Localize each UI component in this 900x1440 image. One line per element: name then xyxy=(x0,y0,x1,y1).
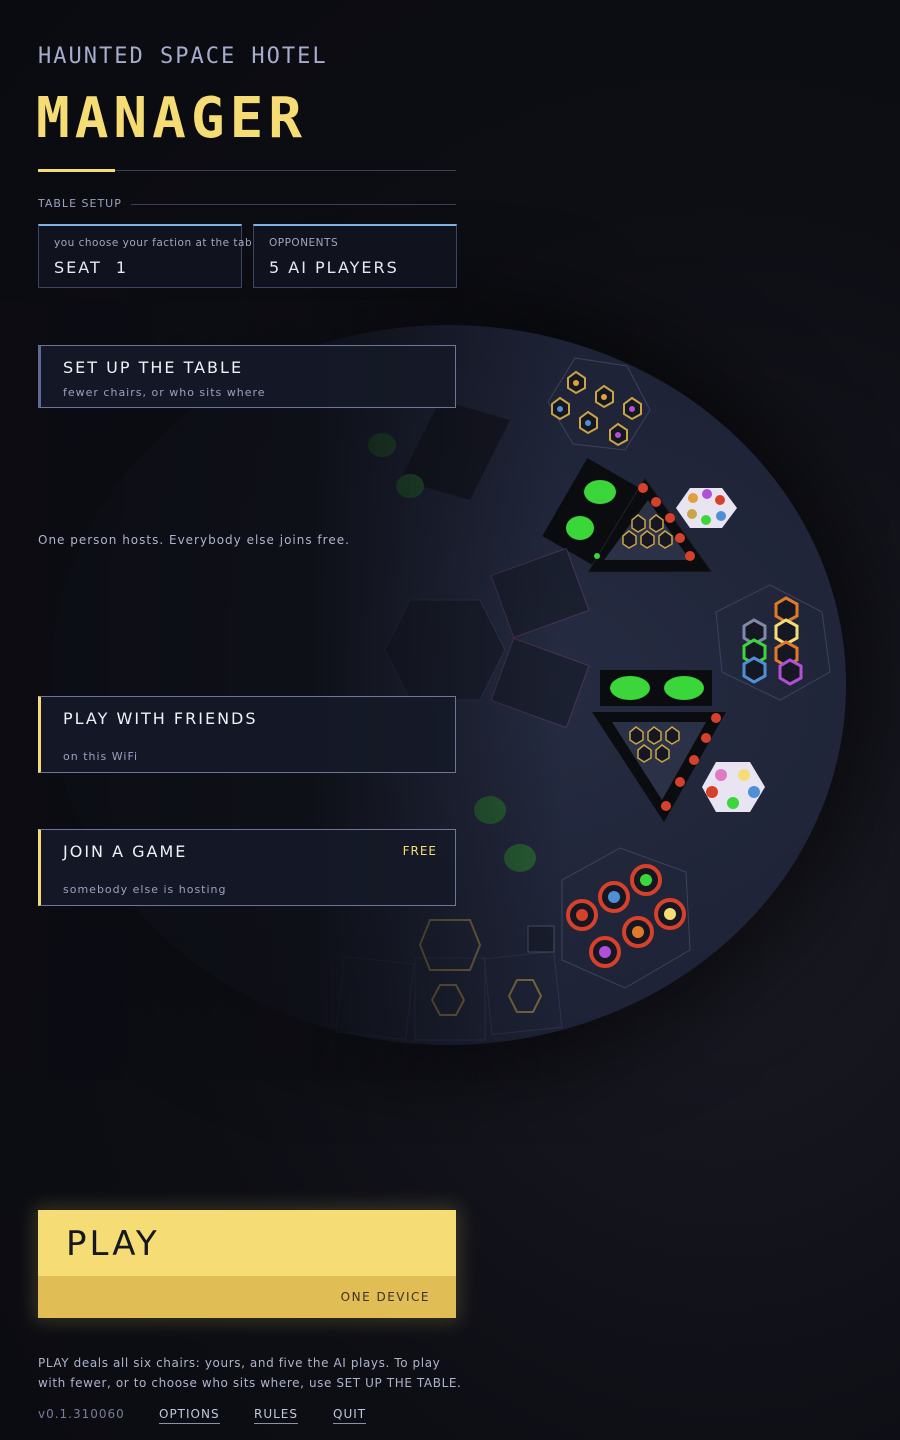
join-game-sub: somebody else is hosting xyxy=(63,883,227,896)
host-note: One person hosts. Everybody else joins f… xyxy=(38,533,350,547)
hex-token-stacks xyxy=(715,584,831,701)
opponents-caption: OPPONENTS xyxy=(269,237,339,249)
title-accent-bar xyxy=(38,169,115,172)
opponents-box[interactable]: OPPONENTS 5 AI PLAYERS xyxy=(253,224,457,288)
triangle-board-2 xyxy=(592,712,726,822)
play-with-friends-sub: on this WiFi xyxy=(63,750,139,763)
table-disc xyxy=(50,325,846,1045)
join-game-label: JOIN A GAME xyxy=(63,842,188,861)
set-up-table-label: SET UP THE TABLE xyxy=(63,358,244,377)
round-tokens xyxy=(561,847,691,989)
play-with-friends-button[interactable]: PLAY WITH FRIENDS on this WiFi xyxy=(38,696,456,773)
creature-card-2 xyxy=(600,670,712,706)
table-setup-divider xyxy=(131,204,456,205)
creature-card-1 xyxy=(542,458,650,572)
game-subtitle: HAUNTED SPACE HOTEL xyxy=(38,44,328,69)
table-setup-label: TABLE SETUP xyxy=(38,197,122,210)
hex-tile-cluster-top xyxy=(547,357,651,451)
play-label: PLAY xyxy=(66,1224,160,1264)
seat-caption: you choose your faction at the table xyxy=(54,237,263,249)
footer-note: PLAY deals all six chairs: yours, and fi… xyxy=(38,1356,462,1390)
hex-flower-2 xyxy=(702,762,765,812)
options-link[interactable]: OPTIONS xyxy=(159,1407,220,1424)
play-button[interactable]: PLAY ONE DEVICE xyxy=(38,1210,456,1318)
play-with-friends-label: PLAY WITH FRIENDS xyxy=(63,709,258,728)
version-label: v0.1.310060 xyxy=(38,1407,125,1421)
triangle-board-1 xyxy=(587,477,713,573)
rules-link[interactable]: RULES xyxy=(254,1407,299,1424)
join-game-button[interactable]: JOIN A GAME FREE somebody else is hostin… xyxy=(38,829,456,906)
free-badge: FREE xyxy=(402,844,437,858)
opponents-value: 5 AI PLAYERS xyxy=(269,258,399,277)
board-shade-overlay xyxy=(0,300,560,1080)
game-title: MANAGER xyxy=(36,86,308,151)
play-sub-label: ONE DEVICE xyxy=(340,1290,430,1304)
set-up-table-sub: fewer chairs, or who sits where xyxy=(63,386,266,399)
seat-value: SEAT 1 xyxy=(54,258,129,277)
quit-link[interactable]: QUIT xyxy=(333,1407,367,1424)
seat-box[interactable]: you choose your faction at the table SEA… xyxy=(38,224,262,288)
set-up-table-button[interactable]: SET UP THE TABLE fewer chairs, or who si… xyxy=(38,345,456,408)
hex-flower-1 xyxy=(676,488,737,528)
